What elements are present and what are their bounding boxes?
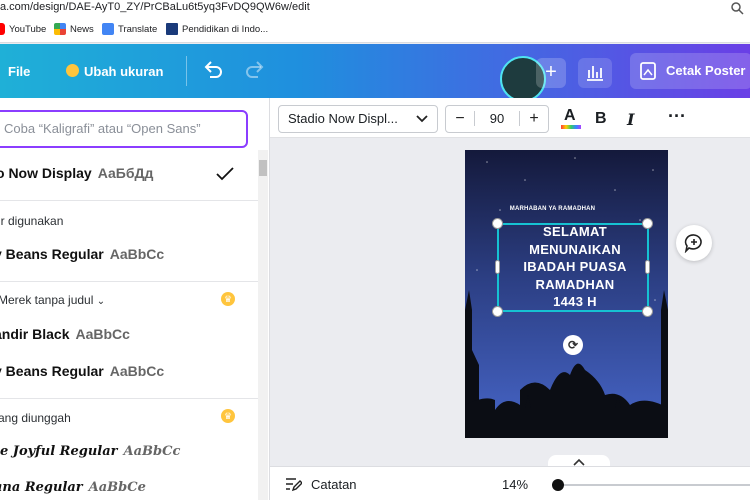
chevron-down-icon: ⌄ bbox=[96, 296, 106, 307]
font-option[interactable]: andir Black AaBbCc bbox=[0, 326, 130, 342]
scrollbar-thumb[interactable] bbox=[259, 160, 267, 176]
text-color-icon: A bbox=[564, 107, 576, 124]
zoom-level[interactable]: 14% bbox=[502, 477, 528, 492]
bookmark-youtube[interactable]: YouTube bbox=[0, 23, 46, 35]
resize-handle-left[interactable] bbox=[495, 260, 500, 274]
url-text[interactable]: a.com/design/DAE-AyT0_ZY/PrCBaLu6t5yq3Fv… bbox=[0, 1, 310, 13]
font-option[interactable]: y Beans Regular AaBbCc bbox=[0, 246, 164, 262]
checkmark-icon bbox=[216, 167, 234, 181]
resize-handle-right[interactable] bbox=[645, 260, 650, 274]
resize-button[interactable]: Ubah ukuran bbox=[84, 64, 163, 79]
news-icon bbox=[54, 23, 66, 35]
font-search-placeholder: Coba “Kaligrafi” atau “Open Sans” bbox=[4, 121, 201, 136]
font-option-current[interactable]: o Now Display АаБбДд bbox=[0, 165, 153, 181]
font-panel-scrollbar[interactable] bbox=[258, 150, 268, 500]
zoom-slider-track[interactable] bbox=[564, 484, 750, 486]
text-color-button[interactable]: A bbox=[561, 107, 581, 129]
print-poster-button[interactable]: Cetak Poster bbox=[630, 53, 750, 89]
bookmark-site-icon bbox=[166, 23, 178, 35]
section-heading-brand[interactable]: Merek tanpa judul ⌄ bbox=[0, 293, 105, 307]
poster-subtitle[interactable]: MARHABAN YA RAMADHAN bbox=[465, 206, 640, 212]
bold-button[interactable]: B bbox=[595, 110, 607, 128]
bottom-bar: Catatan 14% bbox=[270, 466, 750, 500]
resize-handle-bottom-right[interactable] bbox=[642, 306, 653, 317]
redo-icon[interactable] bbox=[244, 60, 266, 80]
notes-button[interactable]: Catatan bbox=[311, 477, 357, 492]
add-comment-button[interactable] bbox=[676, 225, 712, 261]
selection-box bbox=[497, 223, 649, 312]
bookmarks-bar: YouTube News Translate Pendidikan di Ind… bbox=[0, 17, 750, 43]
notes-icon[interactable] bbox=[284, 476, 302, 492]
more-options-button[interactable]: ··· bbox=[668, 106, 686, 127]
color-bar bbox=[561, 125, 581, 129]
file-menu[interactable]: File bbox=[8, 64, 30, 79]
italic-button[interactable]: I bbox=[627, 110, 634, 129]
zoom-slider-thumb[interactable] bbox=[552, 479, 564, 491]
font-size-decrease-button[interactable]: − bbox=[446, 105, 474, 133]
comment-icon bbox=[684, 234, 702, 253]
section-heading-recent: ir digunakan bbox=[0, 214, 64, 228]
crown-icon: ♛ bbox=[221, 292, 235, 306]
font-option[interactable]: y Beans Regular AaBbCc bbox=[0, 363, 164, 379]
editor-topbar: File Ubah ukuran + Cetak Poster bbox=[0, 44, 750, 102]
font-option[interactable]: te Joyful Regular AaBbCc bbox=[0, 444, 180, 459]
address-bar[interactable]: a.com/design/DAE-AyT0_ZY/PrCBaLu6t5yq3Fv… bbox=[0, 0, 750, 17]
section-heading-uploaded: ang diunggah bbox=[0, 411, 71, 425]
zoom-icon[interactable] bbox=[730, 1, 744, 15]
crown-icon: ♛ bbox=[221, 409, 235, 423]
resize-handle-bottom-left[interactable] bbox=[492, 306, 503, 317]
resize-handle-top-right[interactable] bbox=[642, 218, 653, 229]
crown-icon bbox=[66, 64, 79, 77]
divider bbox=[186, 56, 187, 86]
font-size-increase-button[interactable]: + bbox=[520, 105, 548, 133]
translate-icon bbox=[102, 23, 114, 35]
resize-handle-top-left[interactable] bbox=[492, 218, 503, 229]
add-collaborator-button[interactable]: + bbox=[536, 58, 566, 88]
analytics-icon[interactable] bbox=[578, 58, 612, 88]
youtube-icon bbox=[0, 23, 5, 35]
chevron-up-icon bbox=[573, 458, 585, 466]
bookmark-news[interactable]: News bbox=[54, 23, 94, 35]
bookmark-pendidikan[interactable]: Pendidikan di Indo... bbox=[166, 23, 268, 35]
divider bbox=[0, 200, 258, 201]
divider bbox=[0, 281, 258, 282]
rotate-icon[interactable]: ⟳ bbox=[563, 335, 583, 355]
chevron-down-icon bbox=[416, 115, 428, 123]
undo-icon[interactable] bbox=[202, 60, 224, 80]
divider bbox=[0, 398, 258, 399]
font-family-value: Stadio Now Displ... bbox=[288, 111, 398, 126]
poster-icon bbox=[640, 62, 656, 80]
bookmark-translate[interactable]: Translate bbox=[102, 23, 157, 35]
font-option[interactable]: ana Regular AaBbCe bbox=[0, 480, 146, 495]
font-size-input[interactable]: 90 bbox=[474, 111, 520, 126]
